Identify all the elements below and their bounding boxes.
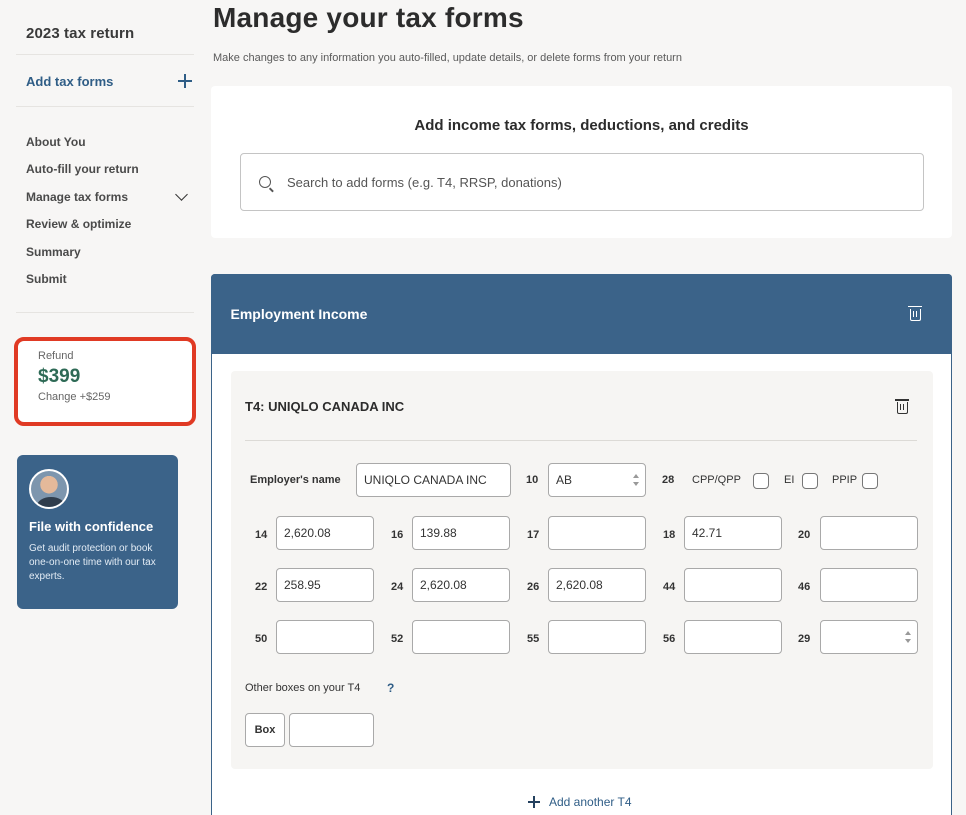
province-select[interactable]: AB xyxy=(548,463,646,497)
employment-income-panel: Employment Income T4: UNIQLO CANADA INC … xyxy=(210,273,952,815)
search-icon xyxy=(259,176,271,188)
box-label: 50 xyxy=(255,633,268,645)
page-subtitle: Make changes to any information you auto… xyxy=(213,52,682,64)
add-tax-forms-label: Add tax forms xyxy=(26,73,114,89)
box-label: 52 xyxy=(391,633,404,645)
return-title: 2023 tax return xyxy=(26,25,135,42)
promo-text: Get audit protection or book one-on-one … xyxy=(29,543,156,582)
box-44-input[interactable] xyxy=(684,568,782,602)
ppip-checkbox[interactable] xyxy=(862,473,878,489)
box-18-input[interactable] xyxy=(684,516,782,550)
box-26-input[interactable] xyxy=(548,568,646,602)
sidebar-item-auto-fill[interactable]: Auto-fill your return xyxy=(26,156,194,184)
ppip-label: PPIP xyxy=(832,474,858,486)
promo-title: File with confidence xyxy=(29,519,154,534)
sidebar-nav: About You Auto-fill your return Manage t… xyxy=(26,128,194,293)
box-select-button[interactable]: Box xyxy=(245,713,285,747)
help-icon[interactable]: ? xyxy=(387,681,394,695)
box-28-label: 28 xyxy=(662,474,675,486)
select-arrows-icon xyxy=(905,631,911,643)
box-55-input[interactable] xyxy=(548,620,646,654)
box-label: 29 xyxy=(798,633,811,645)
box-label: 24 xyxy=(391,581,404,593)
plus-icon xyxy=(528,796,540,808)
employment-income-header: Employment Income xyxy=(210,273,952,354)
box-label: 16 xyxy=(391,529,404,541)
expert-promo-card[interactable]: File with confidence Get audit protectio… xyxy=(17,455,178,609)
avatar xyxy=(29,469,69,509)
box-label: 55 xyxy=(527,633,540,645)
page-title: Manage your tax forms xyxy=(213,2,524,33)
sidebar-item-review-optimize[interactable]: Review & optimize xyxy=(26,211,194,239)
employment-income-title: Employment Income xyxy=(230,305,368,322)
box-label: 17 xyxy=(527,529,540,541)
chevron-down-icon[interactable] xyxy=(175,187,188,201)
ei-label: EI xyxy=(784,474,795,486)
box-17-input[interactable] xyxy=(548,516,646,550)
box-52-input[interactable] xyxy=(412,620,510,654)
box-label: 14 xyxy=(255,529,268,541)
box-label: 20 xyxy=(798,529,811,541)
divider xyxy=(245,440,917,441)
province-value: AB xyxy=(556,473,573,487)
divider xyxy=(16,54,194,55)
t4-form-card: T4: UNIQLO CANADA INC Employer's name 10… xyxy=(231,371,933,769)
box-50-input[interactable] xyxy=(276,620,374,654)
refund-summary: Refund $399 Change +$259 xyxy=(14,337,196,426)
box-14-input[interactable] xyxy=(276,516,374,550)
cpp-qpp-label: CPP/QPP xyxy=(692,474,741,486)
add-forms-card: Add income tax forms, deductions, and cr… xyxy=(211,86,952,238)
sidebar: 2023 tax return Add tax forms About You … xyxy=(0,0,200,815)
sidebar-item-submit[interactable]: Submit xyxy=(26,266,194,294)
trash-icon[interactable] xyxy=(895,399,909,414)
sidebar-item-about-you[interactable]: About You xyxy=(26,128,194,156)
box-label: 56 xyxy=(663,633,676,645)
box-label: 26 xyxy=(527,581,540,593)
refund-label: Refund xyxy=(38,350,74,362)
box-46-input[interactable] xyxy=(820,568,918,602)
add-tax-forms-button[interactable]: Add tax forms xyxy=(26,72,194,90)
box-56-input[interactable] xyxy=(684,620,782,654)
sidebar-item-manage-tax-forms[interactable]: Manage tax forms xyxy=(26,183,194,211)
refund-change: Change +$259 xyxy=(38,391,111,403)
box-label: 46 xyxy=(798,581,811,593)
employer-name-label: Employer's name xyxy=(250,474,341,486)
divider xyxy=(16,312,194,313)
ei-checkbox[interactable] xyxy=(802,473,818,489)
divider xyxy=(16,106,194,107)
search-box[interactable] xyxy=(240,153,924,211)
box-label: 22 xyxy=(255,581,268,593)
other-boxes-label: Other boxes on your T4 xyxy=(245,682,361,694)
trash-icon[interactable] xyxy=(907,305,922,321)
app: 2023 tax return Add tax forms About You … xyxy=(0,0,966,815)
box-label: 44 xyxy=(663,581,676,593)
refund-amount: $399 xyxy=(38,366,81,387)
box-label: 18 xyxy=(663,529,676,541)
box-20-input[interactable] xyxy=(820,516,918,550)
employer-name-input[interactable] xyxy=(356,463,511,497)
add-another-t4-button[interactable]: Add another T4 xyxy=(528,795,632,809)
add-another-t4-label: Add another T4 xyxy=(549,795,632,809)
cpp-qpp-checkbox[interactable] xyxy=(753,473,769,489)
other-box-value-input[interactable] xyxy=(289,713,374,747)
box-29-select[interactable] xyxy=(820,620,918,654)
box-22-input[interactable] xyxy=(276,568,374,602)
t4-title: T4: UNIQLO CANADA INC xyxy=(245,399,405,414)
plus-icon xyxy=(178,74,192,88)
box-24-input[interactable] xyxy=(412,568,510,602)
sidebar-item-summary[interactable]: Summary xyxy=(26,238,194,266)
box-16-input[interactable] xyxy=(412,516,510,550)
add-forms-title: Add income tax forms, deductions, and cr… xyxy=(414,117,749,134)
search-input[interactable] xyxy=(287,174,887,190)
box-10-label: 10 xyxy=(526,474,539,486)
select-arrows-icon xyxy=(633,474,639,486)
